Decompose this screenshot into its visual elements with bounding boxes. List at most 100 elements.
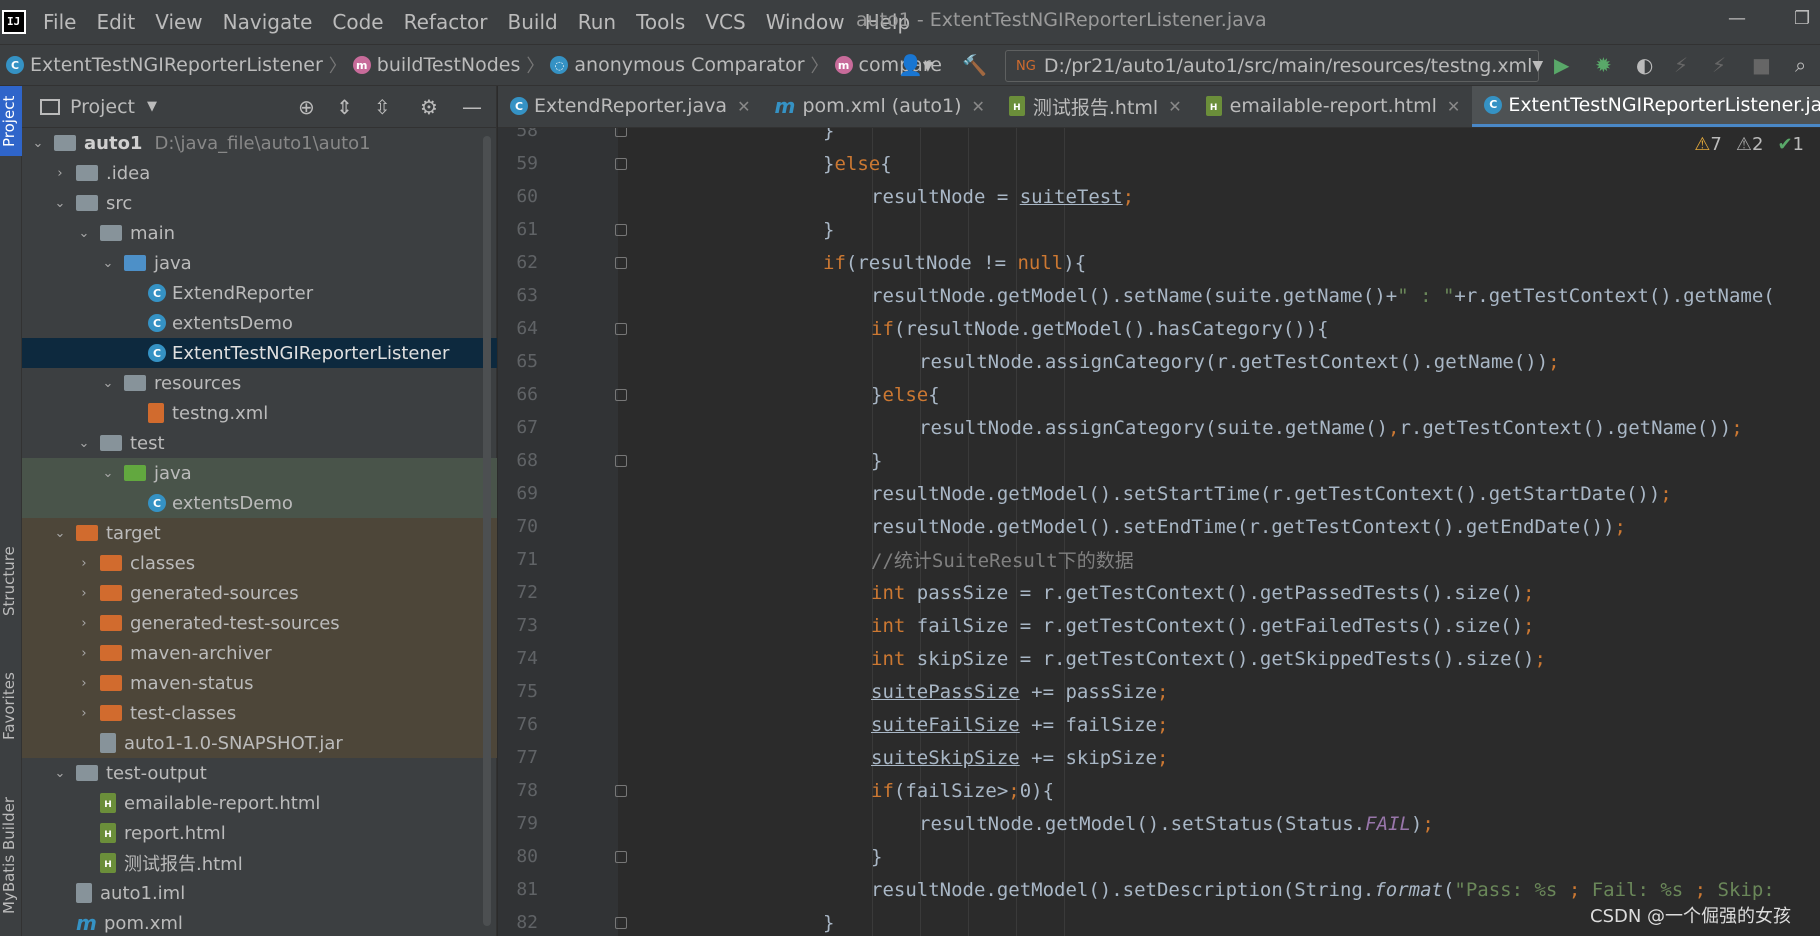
run-icon[interactable]: ▶ — [1554, 53, 1569, 77]
breadcrumb-anon-class[interactable]: ◌ anonymous Comparator 〉 — [550, 52, 834, 78]
stop-icon[interactable]: ■ — [1752, 53, 1771, 77]
fold-marker-icon[interactable] — [615, 128, 627, 137]
expand-all-icon[interactable]: ⇕ — [336, 95, 353, 119]
chevron-right-icon[interactable]: › — [76, 586, 92, 601]
tab-extendreporter[interactable]: C ExtendReporter.java ✕ — [498, 86, 763, 127]
code-line[interactable]: 71 //统计SuiteResult下的数据 — [498, 543, 1820, 576]
code-line[interactable]: 61} — [498, 213, 1820, 246]
fold-marker-icon[interactable] — [615, 388, 627, 401]
menu-vcs[interactable]: VCS — [705, 10, 745, 34]
tree-item-test-report-html[interactable]: H 测试报告.html — [22, 848, 497, 878]
code-editor[interactable]: ⚠7 ⚠2 ✔1 58} 59}else{60 resultNode = suite… — [498, 128, 1820, 936]
code-line[interactable]: 64 if(resultNode.getModel().hasCategory()… — [498, 312, 1820, 345]
tree-item-src[interactable]: ⌄ src — [22, 188, 497, 218]
chevron-down-icon[interactable]: ⌄ — [100, 376, 116, 391]
profile-icon[interactable]: ⚡ — [1674, 53, 1688, 77]
user-icon[interactable]: 👤▾ — [898, 53, 933, 77]
code-line[interactable]: 72 int passSize = r.getTestContext().getP… — [498, 576, 1820, 609]
tree-item-idea[interactable]: › .idea — [22, 158, 497, 188]
structure-tool-tab[interactable]: Structure — [0, 526, 22, 636]
menu-window[interactable]: Window — [766, 10, 845, 34]
code-line[interactable]: 80} — [498, 840, 1820, 873]
breadcrumb-class[interactable]: C ExtentTestNGIReporterListener 〉 — [6, 52, 353, 78]
tree-item-testng-xml[interactable]: testng.xml — [22, 398, 497, 428]
code-line[interactable]: 73 int failSize = r.getTestContext().getF… — [498, 609, 1820, 642]
code-line[interactable]: 78 if(failSize>;0){ — [498, 774, 1820, 807]
mybatis-tool-tab[interactable]: MyBatis Builder — [0, 776, 22, 936]
tree-item-resources[interactable]: ⌄ resources — [22, 368, 497, 398]
menu-refactor[interactable]: Refactor — [404, 10, 488, 34]
tree-item-test-output[interactable]: ⌄ test-output — [22, 758, 497, 788]
chevron-right-icon[interactable]: › — [52, 166, 68, 181]
chevron-down-icon[interactable]: ⌄ — [52, 196, 68, 211]
code-line[interactable]: 76 suiteFailSize += failSize; — [498, 708, 1820, 741]
fold-marker-icon[interactable] — [615, 850, 627, 863]
menu-navigate[interactable]: Navigate — [223, 10, 313, 34]
menu-tools[interactable]: Tools — [636, 10, 685, 34]
close-icon[interactable]: ✕ — [1447, 97, 1460, 116]
chevron-right-icon[interactable]: › — [76, 676, 92, 691]
fold-marker-icon[interactable] — [615, 157, 627, 170]
code-line[interactable]: 69 resultNode.getModel().setStartTime(r.g… — [498, 477, 1820, 510]
code-line[interactable]: 60 resultNode = suiteTest; — [498, 180, 1820, 213]
search-icon[interactable]: ⌕ — [1795, 53, 1806, 77]
tree-item-extendreporter[interactable]: C ExtendReporter — [22, 278, 497, 308]
code-line[interactable]: 79 resultNode.getModel().setStatus(Status… — [498, 807, 1820, 840]
code-line[interactable]: 58} — [498, 128, 1820, 147]
code-line[interactable]: 75 suitePassSize += passSize; — [498, 675, 1820, 708]
minimize-button[interactable]: — — [1728, 8, 1746, 29]
menu-file[interactable]: File — [43, 10, 76, 34]
fold-marker-icon[interactable] — [615, 916, 627, 929]
menu-build[interactable]: Build — [508, 10, 558, 34]
tree-item-pom[interactable]: m pom.xml — [22, 908, 497, 936]
tab-emailable-report[interactable]: H emailable-report.html ✕ — [1194, 86, 1473, 127]
tree-item-test[interactable]: ⌄ test — [22, 428, 497, 458]
maximize-button[interactable]: ❐ — [1794, 8, 1810, 29]
code-line[interactable]: 77 suiteSkipSize += skipSize; — [498, 741, 1820, 774]
tree-item-report-html[interactable]: H report.html — [22, 818, 497, 848]
tree-item-emailable-report[interactable]: H emailable-report.html — [22, 788, 497, 818]
chevron-right-icon[interactable]: › — [76, 646, 92, 661]
tab-pom[interactable]: m pom.xml (auto1) ✕ — [763, 86, 997, 127]
code-line[interactable]: 62 if(resultNode != null){ — [498, 246, 1820, 279]
code-line[interactable]: 65 resultNode.assignCategory(r.getTestCon… — [498, 345, 1820, 378]
chevron-down-icon[interactable]: ⌄ — [100, 466, 116, 481]
tree-item-target[interactable]: ⌄ target — [22, 518, 497, 548]
fold-marker-icon[interactable] — [615, 223, 627, 236]
code-line[interactable]: 67 resultNode.assignCategory(suite.getNam… — [498, 411, 1820, 444]
code-line[interactable]: 70 resultNode.getModel().setEndTime(r.get… — [498, 510, 1820, 543]
tree-item-classes[interactable]: › classes — [22, 548, 497, 578]
code-line[interactable]: 59}else{ — [498, 147, 1820, 180]
fold-marker-icon[interactable] — [615, 256, 627, 269]
tab-test-report[interactable]: H 测试报告.html ✕ — [997, 86, 1194, 127]
chevron-down-icon[interactable]: ⌄ — [52, 526, 68, 541]
run-configuration-select[interactable]: NG D:/pr21/auto1/auto1/src/main/resource… — [1005, 50, 1543, 82]
code-line[interactable]: 68} — [498, 444, 1820, 477]
tab-listener[interactable]: C ExtentTestNGIReporterListener.java ✕ — [1472, 86, 1820, 127]
chevron-down-icon[interactable]: ⌄ — [76, 226, 92, 241]
tree-item-listener[interactable]: C ExtentTestNGIReporterListener — [22, 338, 497, 368]
debug-icon[interactable]: ✹ — [1595, 53, 1612, 77]
coverage-icon[interactable]: ◐ — [1636, 53, 1653, 77]
hide-icon[interactable]: — — [462, 95, 482, 119]
tree-item-generated-test-sources[interactable]: › generated-test-sources — [22, 608, 497, 638]
chevron-right-icon[interactable]: › — [76, 556, 92, 571]
chevron-right-icon[interactable]: › — [76, 616, 92, 631]
tree-item-maven-status[interactable]: › maven-status — [22, 668, 497, 698]
menu-code[interactable]: Code — [332, 10, 383, 34]
project-scrollbar[interactable] — [483, 136, 491, 926]
chevron-right-icon[interactable]: › — [76, 706, 92, 721]
favorites-tool-tab[interactable]: Favorites — [0, 656, 22, 756]
project-tool-tab[interactable]: Project — [0, 86, 22, 156]
fold-marker-icon[interactable] — [615, 322, 627, 335]
code-line[interactable]: 63 resultNode.getModel().setName(suite.ge… — [498, 279, 1820, 312]
menu-view[interactable]: View — [155, 10, 202, 34]
locate-icon[interactable]: ⊕ — [298, 95, 315, 119]
tree-item-jar[interactable]: auto1-1.0-SNAPSHOT.jar — [22, 728, 497, 758]
tree-item-test-classes[interactable]: › test-classes — [22, 698, 497, 728]
code-line[interactable]: 66}else{ — [498, 378, 1820, 411]
menu-run[interactable]: Run — [578, 10, 616, 34]
tree-item-extentsdemo[interactable]: C extentsDemo — [22, 308, 497, 338]
project-panel-title[interactable]: Project — [70, 96, 135, 118]
fold-marker-icon[interactable] — [615, 784, 627, 797]
